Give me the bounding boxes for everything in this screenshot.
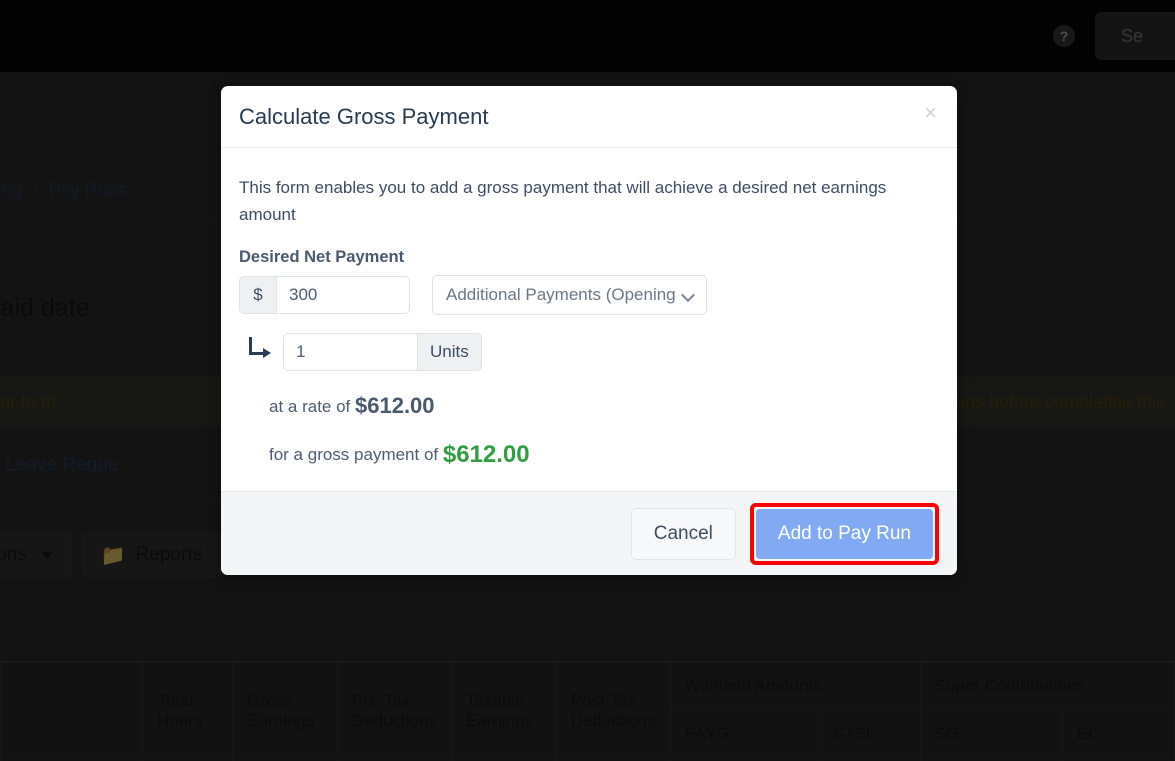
close-icon[interactable]: × [924,102,937,124]
calculate-gross-payment-modal: Calculate Gross Payment × This form enab… [221,86,957,576]
modal-footer: Cancel Add to Pay Run [221,491,957,576]
elbow-arrow-icon [247,337,275,367]
desired-net-payment-input[interactable] [276,276,410,315]
currency-prefix: $ [239,276,276,315]
units-input[interactable] [283,333,417,372]
desired-net-payment-label: Desired Net Payment [239,248,405,267]
rate-line-value: $612.00 [355,393,435,419]
add-to-pay-run-button[interactable]: Add to Pay Run [755,508,933,559]
modal-body: This form enables you to add a gross pay… [221,148,957,491]
amount-input-group: $ [239,276,410,315]
units-suffix-label: Units [417,333,482,372]
modal-description: This form enables you to add a gross pay… [239,178,887,225]
rate-line: at a rate of $612.00 [269,393,939,419]
units-row: Units [239,333,939,372]
gross-line-prefix: for a gross payment of [269,445,443,465]
gross-line-value: $612.00 [442,441,530,469]
add-to-pay-run-highlight: Add to Pay Run [749,502,939,565]
cancel-button[interactable]: Cancel [630,507,736,560]
app-root: asper's Training / Pay Runs 1/01/2023 • … [0,0,1175,761]
rate-line-prefix: at a rate of [269,397,355,417]
pay-category-select[interactable]: Additional Payments (Opening [432,275,707,316]
gross-line: for a gross payment of $612.00 [269,441,939,469]
modal-title: Calculate Gross Payment [239,103,489,129]
modal-header: Calculate Gross Payment × [221,86,957,148]
pay-category-select-wrap: Additional Payments (Opening [432,275,707,316]
net-payment-row: $ Additional Payments (Opening [239,275,939,316]
